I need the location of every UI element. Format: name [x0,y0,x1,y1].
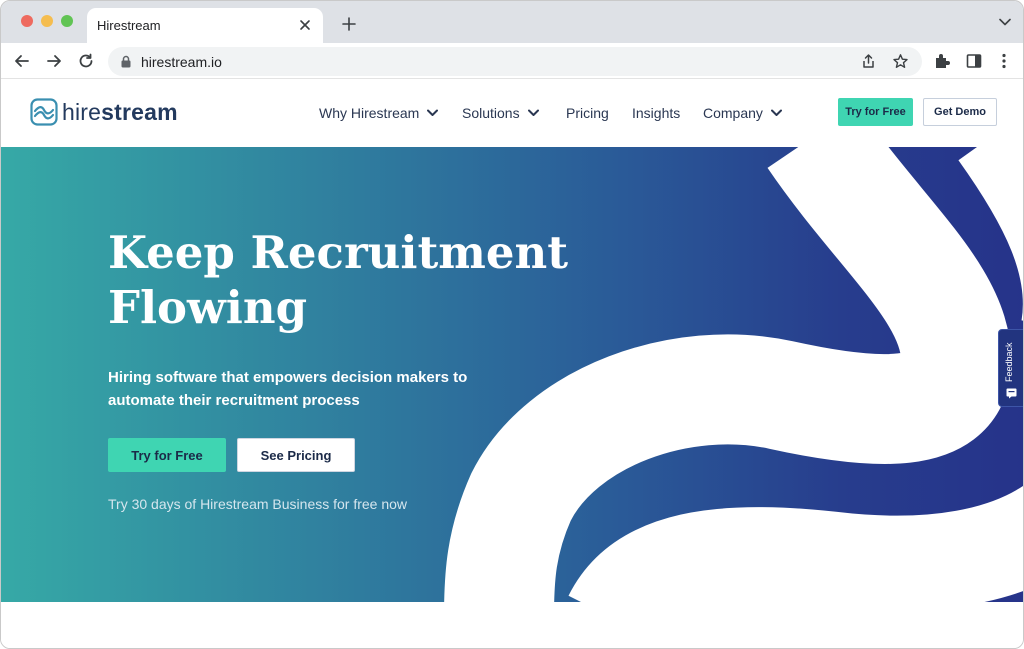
browser-window: Hirestream hirestream.io hirestream Why … [0,0,1024,649]
share-icon[interactable] [860,53,877,70]
nav-why-hirestream[interactable]: Why Hirestream [319,104,439,122]
chevron-down-icon [427,109,439,116]
minimize-window-button[interactable] [41,15,53,27]
nav-pricing[interactable]: Pricing [566,104,609,122]
maximize-window-button[interactable] [61,15,73,27]
plus-icon[interactable] [341,16,357,32]
nav-solutions[interactable]: Solutions [462,104,539,122]
nav-label: Insights [632,105,681,121]
address-bar[interactable]: hirestream.io [108,47,922,76]
close-window-button[interactable] [21,15,33,27]
feedback-label: Feedback [1004,342,1014,382]
url-text: hirestream.io [141,54,222,70]
hero-try-free-button[interactable]: Try for Free [108,438,226,472]
hero-title-line: Keep Recruitment [108,226,568,279]
star-icon[interactable] [892,53,909,70]
close-icon[interactable] [297,17,313,33]
tab-title: Hirestream [97,18,161,33]
page-content-below-fold [1,602,1023,648]
chevron-down-icon[interactable] [999,18,1011,26]
browser-tab[interactable]: Hirestream [87,8,323,43]
site-logo[interactable]: hirestream [62,99,178,126]
header-get-demo-button[interactable]: Get Demo [923,98,997,126]
hero-subtitle: Hiring software that empowers decision m… [108,369,468,409]
nav-company[interactable]: Company [703,104,782,122]
hero-title-line: Flowing [108,281,308,334]
chevron-down-icon [770,109,782,116]
nav-label: Pricing [566,105,609,121]
logo-suffix: stream [101,99,178,125]
hero-title: Keep Recruitment Flowing [108,225,568,335]
lock-icon [121,55,131,68]
back-arrow-icon[interactable] [13,52,31,70]
logo-prefix: hire [62,99,102,125]
feedback-icon [1006,388,1017,399]
nav-label: Solutions [462,105,520,121]
more-vertical-icon[interactable] [995,52,1013,70]
hero-see-pricing-button[interactable]: See Pricing [237,438,355,472]
forward-arrow-icon[interactable] [45,52,63,70]
extensions-icon[interactable] [933,52,951,70]
feedback-tab[interactable]: Feedback [998,329,1023,407]
reload-icon[interactable] [77,52,95,70]
nav-insights[interactable]: Insights [632,104,680,122]
nav-label: Why Hirestream [319,105,420,121]
site-header: hirestream Why Hirestream Solutions Pric… [1,79,1023,147]
hero-trial-note: Try 30 days of Hirestream Business for f… [108,496,408,512]
hero-section: Keep Recruitment Flowing Hiring software… [1,147,1023,602]
sidebar-icon[interactable] [965,52,983,70]
header-try-free-button[interactable]: Try for Free [838,98,913,126]
nav-label: Company [703,105,763,121]
hirestream-logo-icon[interactable] [30,98,58,126]
tab-strip: Hirestream [1,1,1023,43]
chevron-down-icon [527,109,539,116]
browser-toolbar: hirestream.io [1,43,1023,79]
